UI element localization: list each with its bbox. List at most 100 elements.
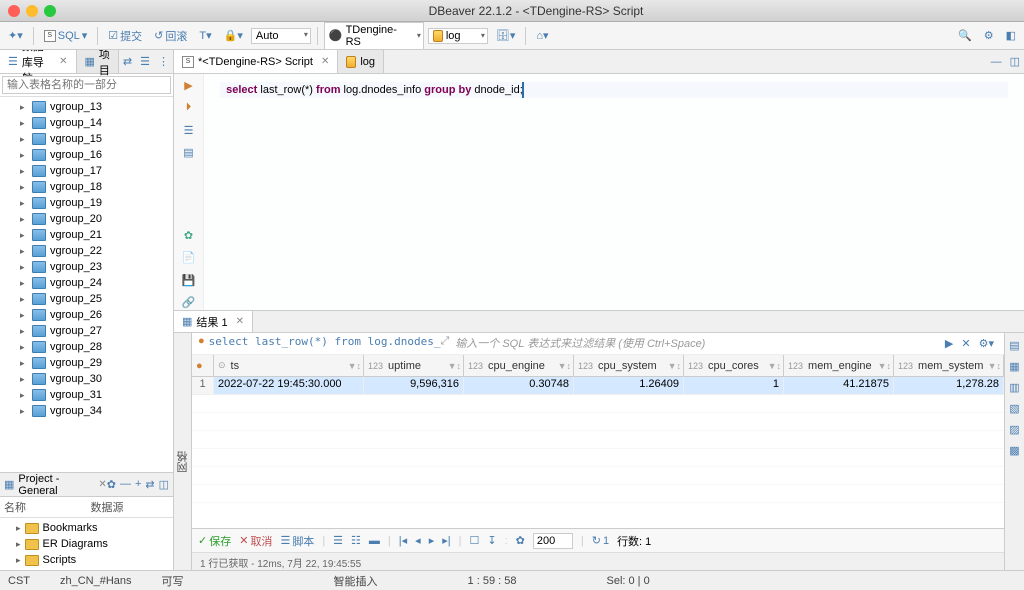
close-icon[interactable]: ✕ — [98, 479, 106, 490]
project-collapse-button[interactable]: — — [120, 478, 131, 491]
editor-tab-log[interactable]: log — [338, 50, 384, 73]
explain-button[interactable]: ☰ — [181, 123, 197, 138]
search-button[interactable]: 🔍 — [954, 27, 976, 44]
panel-meta-button[interactable]: ▩ — [1009, 444, 1019, 457]
panel-group-button[interactable]: ▧ — [1009, 402, 1019, 415]
editor-maximize-button[interactable]: ◫ — [1006, 50, 1024, 73]
autocommit-combo[interactable]: Auto — [251, 28, 311, 44]
nav-search-input[interactable] — [2, 76, 171, 94]
add-row-button[interactable]: ☰ — [333, 534, 343, 547]
minimize-window[interactable] — [26, 5, 38, 17]
import-button[interactable]: ↧ — [487, 534, 496, 547]
col-header-ts[interactable]: ⊙ts▼↕ — [214, 355, 364, 376]
tab-db-navigator[interactable]: ☰数据库导航✕ — [0, 50, 77, 73]
project-tree-item[interactable]: ▸Bookmarks — [0, 520, 173, 536]
table-row[interactable]: 1 2022-07-22 19:45:30.000 9,596,316 0.30… — [192, 377, 1004, 395]
pagesize-input[interactable] — [533, 533, 573, 549]
close-window[interactable] — [8, 5, 20, 17]
nav-tree-item[interactable]: vgroup_34 — [0, 403, 173, 419]
col-selector[interactable]: ● — [192, 355, 214, 376]
nav-tree-item[interactable]: vgroup_31 — [0, 387, 173, 403]
schema-combo[interactable]: 🗄▾ — [492, 27, 520, 44]
filter-icon[interactable]: ▼↕ — [558, 361, 571, 371]
col-header-uptime[interactable]: 123uptime▼↕ — [364, 355, 464, 376]
rollback-button[interactable]: ↺回滚 — [150, 26, 191, 46]
editor-minimize-button[interactable]: — — [987, 50, 1006, 73]
results-grid[interactable]: ● ⊙ts▼↕ 123uptime▼↕ 123cpu_engine▼↕ 123c… — [192, 355, 1004, 528]
plan-button[interactable]: ▤ — [181, 146, 197, 161]
nav-tree-item[interactable]: vgroup_26 — [0, 307, 173, 323]
project-config-button[interactable]: ✿ — [107, 478, 116, 491]
project-view-button[interactable]: ◫ — [159, 478, 169, 491]
filter-icon[interactable]: ▼↕ — [668, 361, 681, 371]
project-link-button[interactable]: ⇄ — [145, 478, 154, 491]
nav-tree-item[interactable]: vgroup_17 — [0, 163, 173, 179]
nav-tree-item[interactable]: vgroup_21 — [0, 227, 173, 243]
filter-icon[interactable]: ▼↕ — [448, 361, 461, 371]
filter-apply-button[interactable]: ▶ — [941, 335, 957, 352]
nav-tree-item[interactable]: vgroup_24 — [0, 275, 173, 291]
load-button[interactable]: 📄 — [181, 251, 197, 266]
nav-tree-item[interactable]: vgroup_27 — [0, 323, 173, 339]
sql-editor[interactable]: select last_row(*) from log.dnodes_info … — [204, 74, 1024, 310]
nav-link-button[interactable]: ⇄ — [119, 50, 136, 73]
perspective-button[interactable]: ◧ — [1002, 27, 1020, 44]
commit-button[interactable]: ☑提交 — [104, 26, 146, 46]
col-header-mem-engine[interactable]: 123mem_engine▼↕ — [784, 355, 894, 376]
database-combo[interactable]: log — [428, 28, 488, 44]
new-conn-button[interactable]: ✦▾ — [4, 27, 27, 44]
txn-mode-button[interactable]: T▾ — [195, 27, 215, 44]
maximize-window[interactable] — [44, 5, 56, 17]
editor-tab-script[interactable]: S*<TDengine-RS> Script✕ — [174, 50, 338, 73]
run-button[interactable]: ▶ — [181, 78, 197, 93]
refresh-button[interactable]: ↻1 — [592, 534, 609, 547]
format-button[interactable]: ✿ — [181, 228, 197, 243]
close-icon[interactable]: ✕ — [59, 56, 67, 67]
filter-icon[interactable]: ▼↕ — [348, 361, 361, 371]
results-tab[interactable]: ▦结果 1✕ — [174, 311, 253, 332]
filter-icon[interactable]: ▼↕ — [768, 361, 781, 371]
run-script-button[interactable]: ⏵ — [181, 101, 197, 116]
script-button[interactable]: ☰脚本 — [280, 533, 314, 549]
nav-menu-button[interactable]: ⋮ — [154, 50, 173, 73]
dup-row-button[interactable]: ☷ — [351, 534, 361, 547]
export-button[interactable]: ☐ — [469, 534, 479, 547]
save-data-button[interactable]: ✓保存 — [198, 533, 231, 549]
panel-calc-button[interactable]: ▥ — [1009, 381, 1019, 394]
col-header-cpu-engine[interactable]: 123cpu_engine▼↕ — [464, 355, 574, 376]
link-button[interactable]: 🔗 — [181, 296, 197, 311]
panel-ref-button[interactable]: ▨ — [1009, 423, 1019, 436]
nav-filter-button[interactable]: ☰ — [136, 50, 154, 73]
project-tree-item[interactable]: ▸ER Diagrams — [0, 536, 173, 552]
close-icon[interactable]: ✕ — [321, 56, 329, 67]
project-tree-item[interactable]: ▸Scripts — [0, 552, 173, 568]
home-button[interactable]: ⌂▾ — [532, 27, 552, 44]
nav-tree-item[interactable]: vgroup_15 — [0, 131, 173, 147]
nav-tree-item[interactable]: vgroup_28 — [0, 339, 173, 355]
filter-save-button[interactable]: ⚙▾ — [975, 335, 998, 352]
config-button[interactable]: ✿ — [516, 534, 525, 547]
close-icon[interactable]: ✕ — [236, 316, 244, 327]
new-sql-button[interactable]: SSQL▾ — [40, 27, 92, 44]
nav-tree-item[interactable]: vgroup_18 — [0, 179, 173, 195]
filter-icon[interactable]: ▼↕ — [988, 361, 1001, 371]
save-script-button[interactable]: 💾 — [181, 273, 197, 288]
settings-button[interactable]: ⚙ — [980, 27, 998, 44]
prev-page-button[interactable]: ◂ — [415, 534, 421, 547]
panel-toggle-button[interactable]: ▤ — [1009, 339, 1019, 352]
next-page-button[interactable]: ▸ — [429, 534, 435, 547]
col-header-cpu-system[interactable]: 123cpu_system▼↕ — [574, 355, 684, 376]
view-grid-tab[interactable]: 网格 — [175, 447, 191, 477]
project-add-button[interactable]: + — [135, 478, 141, 491]
nav-tree[interactable]: vgroup_13vgroup_14vgroup_15vgroup_16vgro… — [0, 97, 173, 472]
del-row-button[interactable]: ▬ — [369, 535, 380, 547]
expand-query-icon[interactable]: ⤢ — [440, 335, 449, 352]
tab-project[interactable]: ▦项目 — [77, 50, 119, 73]
nav-tree-item[interactable]: vgroup_14 — [0, 115, 173, 131]
nav-tree-item[interactable]: vgroup_16 — [0, 147, 173, 163]
nav-tree-item[interactable]: vgroup_13 — [0, 99, 173, 115]
last-page-button[interactable]: ▸| — [442, 534, 450, 547]
col-header-mem-system[interactable]: 123mem_system▼↕ — [894, 355, 1004, 376]
nav-tree-item[interactable]: vgroup_30 — [0, 371, 173, 387]
nav-tree-item[interactable]: vgroup_20 — [0, 211, 173, 227]
